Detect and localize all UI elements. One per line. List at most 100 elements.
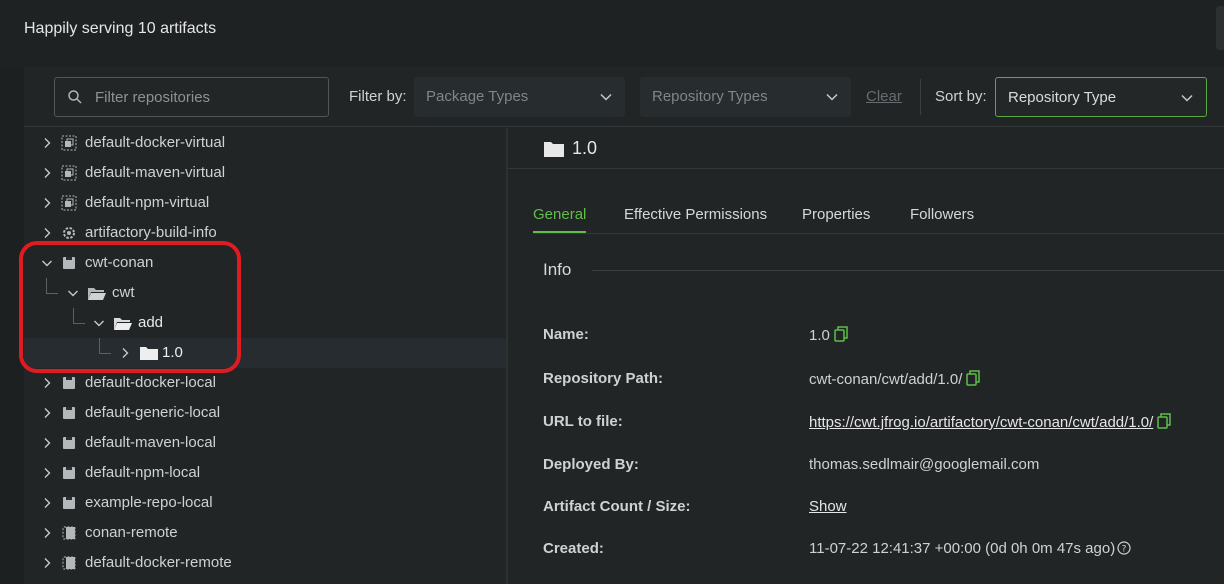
tree-item-label: default-maven-local [85,434,216,451]
highlight-annotation [19,241,241,373]
tree-item-label: default-docker-local [85,374,216,391]
chevron-right-icon[interactable] [41,467,53,479]
tree-item-label: default-docker-remote [85,554,232,571]
tab-general[interactable]: General [533,206,587,233]
help-icon[interactable]: ? [1117,541,1131,555]
info-value: 1.0 [809,326,848,344]
sort-value: Repository Type [1008,89,1117,106]
tree-item[interactable]: default-maven-virtual [24,158,507,188]
chevron-right-icon[interactable] [41,497,53,509]
virtual-repo-icon [61,165,77,181]
local-repo-icon [63,467,75,479]
info-value: https://cwt.jfrog.io/artifactory/cwt-con… [809,413,1172,431]
tree-item-label: default-maven-virtual [85,164,226,181]
local-repo-icon [63,377,75,389]
divider [920,79,921,115]
search-icon [68,90,82,104]
chevron-right-icon[interactable] [41,377,53,389]
tab-properties[interactable]: Properties [802,206,870,231]
deployed-by-value: thomas.sedlmair@googlemail.com [809,456,1040,473]
tree-item[interactable]: default-docker-remote [24,548,507,578]
edge-button[interactable] [1216,6,1224,50]
info-row-name: Name: 1.0 [508,326,1224,348]
tree-item-label: default-docker-virtual [85,134,226,151]
info-row-artifact-count: Artifact Count / Size: Show [508,498,1224,520]
chevron-right-icon[interactable] [41,557,53,569]
chevron-right-icon[interactable] [41,437,53,449]
detail-pane: 1.0 General Effective Permissions Proper… [508,128,1224,584]
info-key: URL to file: [543,413,623,430]
show-link[interactable]: Show [809,498,847,515]
tab-followers[interactable]: Followers [910,206,974,231]
artifact-count-title: Happily serving 10 artifacts [24,20,217,37]
info-key: Deployed By: [543,456,639,473]
tree-item[interactable]: default-docker-virtual [24,128,507,158]
remote-repo-icon [62,526,76,540]
local-repo-icon [63,497,75,509]
package-types-value: Package Types [426,88,529,105]
filter-by-label: Filter by: [349,88,407,105]
tree-item-label: artifactory-build-info [85,224,217,241]
tree-item-label: default-generic-local [85,404,221,421]
section-divider [592,270,1224,271]
package-types-select[interactable]: Package Types [414,77,625,117]
remote-repo-icon [62,556,76,570]
info-row-url: URL to file: https://cwt.jfrog.io/artifa… [508,413,1224,435]
tree-item[interactable]: default-npm-local [24,458,507,488]
build-info-icon [63,227,75,239]
search-input[interactable] [95,86,320,108]
repository-path-value: cwt-conan/cwt/add/1.0/ [809,371,963,388]
info-row-repository-path: Repository Path: cwt-conan/cwt/add/1.0/ [508,370,1224,392]
folder-icon [544,142,564,157]
info-row-created: Created: 11-07-22 12:41:37 +00:00 (0d 0h… [508,540,1224,562]
copy-icon[interactable] [834,326,848,342]
tree-item-label: default-npm-virtual [85,194,210,211]
copy-icon[interactable] [966,370,981,386]
detail-title: 1.0 [572,138,598,158]
repository-types-select[interactable]: Repository Types [640,77,851,117]
sort-select[interactable]: Repository Type [995,77,1207,117]
repository-types-value: Repository Types [652,88,768,105]
info-row-deployed-by: Deployed By: thomas.sedlmair@googlemail.… [508,456,1224,478]
chevron-right-icon[interactable] [41,227,53,239]
copy-icon[interactable] [1157,413,1172,429]
virtual-repo-icon [61,195,77,211]
tree-item[interactable]: default-generic-local [24,398,507,428]
info-value: cwt-conan/cwt/add/1.0/ [809,370,981,388]
info-key: Created: [543,540,604,557]
tree-item[interactable]: default-maven-local [24,428,507,458]
tree-item-label: example-repo-local [85,494,213,511]
tab-effective-permissions[interactable]: Effective Permissions [624,206,767,231]
chevron-down-icon [1181,94,1193,102]
tree-item[interactable]: conan-remote [24,518,507,548]
local-repo-icon [63,437,75,449]
chevron-right-icon[interactable] [41,137,53,149]
clear-filters-link[interactable]: Clear [866,88,902,105]
url-link[interactable]: https://cwt.jfrog.io/artifactory/cwt-con… [809,414,1153,431]
detail-header: 1.0 [508,128,1224,169]
chevron-right-icon[interactable] [41,197,53,209]
info-key: Artifact Count / Size: [543,498,691,515]
detail-tabs: General Effective Permissions Properties… [533,206,1224,234]
created-value: 11-07-22 12:41:37 +00:00 (0d 0h 0m 47s a… [809,540,1116,557]
info-section-title: Info [543,260,572,279]
virtual-repo-icon [61,135,77,151]
tree-item-label: default-npm-local [85,464,201,481]
chevron-down-icon [826,93,838,101]
top-bar: Happily serving 10 artifacts [0,0,1224,67]
search-box[interactable] [54,77,329,117]
filter-bar: Filter by: Package Types Repository Type… [24,67,1224,127]
tree-item[interactable]: example-repo-local [24,488,507,518]
tree-item[interactable]: default-npm-virtual [24,188,507,218]
tree-item-label: conan-remote [85,524,178,541]
chevron-down-icon [600,93,612,101]
local-repo-icon [63,407,75,419]
sort-by-label: Sort by: [935,88,987,105]
chevron-right-icon[interactable] [41,407,53,419]
name-value: 1.0 [809,327,830,344]
info-value: 11-07-22 12:41:37 +00:00 (0d 0h 0m 47s a… [809,540,1131,557]
svg-text:?: ? [1122,545,1127,555]
info-key: Name: [543,326,589,343]
chevron-right-icon[interactable] [41,527,53,539]
chevron-right-icon[interactable] [41,167,53,179]
